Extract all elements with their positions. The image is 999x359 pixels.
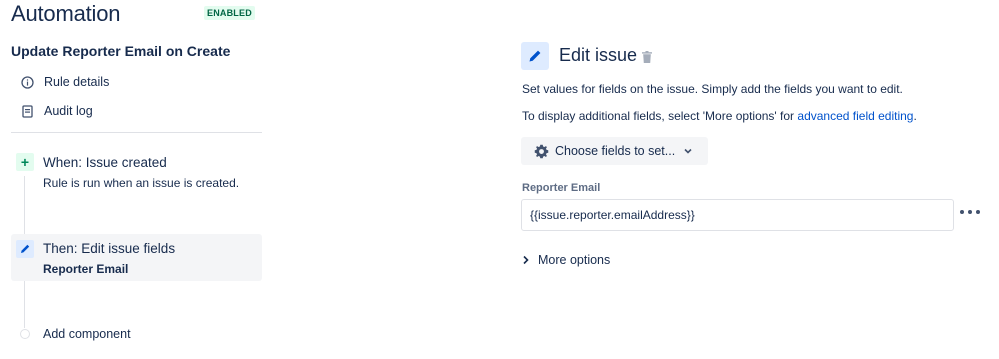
more-info-suffix: . [913, 109, 917, 123]
add-component-link[interactable]: Add component [43, 327, 131, 341]
trash-icon[interactable] [641, 50, 653, 63]
document-icon [20, 104, 34, 118]
more-actions-icon[interactable] [960, 204, 980, 220]
more-info-text: To display additional fields, select 'Mo… [522, 109, 798, 123]
more-options-toggle[interactable]: More options [522, 253, 610, 267]
panel-title: Edit issue [559, 45, 638, 65]
pencil-icon [16, 240, 34, 258]
nav-item-label: Rule details [44, 75, 110, 89]
nav-item-rule-details[interactable]: Rule details [20, 72, 109, 92]
divider [11, 132, 262, 133]
nav-item-label: Audit log [44, 104, 93, 118]
gear-icon [534, 144, 549, 159]
panel-description: Set values for fields on the issue. Simp… [522, 82, 903, 96]
panel-more-info: To display additional fields, select 'Mo… [522, 109, 917, 123]
choose-fields-button[interactable]: Choose fields to set... [521, 137, 708, 165]
nav-item-audit-log[interactable]: Audit log [20, 101, 93, 121]
choose-fields-label: Choose fields to set... [555, 144, 676, 158]
plus-icon: + [16, 153, 34, 171]
info-icon [20, 75, 34, 89]
chevron-down-icon [683, 146, 693, 156]
trigger-description: Rule is run when an issue is created. [43, 176, 240, 190]
status-badge: ENABLED [204, 6, 255, 20]
reporter-email-label: Reporter Email [522, 182, 601, 194]
advanced-field-editing-link[interactable]: advanced field editing [797, 109, 913, 123]
page-title: Automation [11, 1, 121, 26]
more-options-label: More options [538, 253, 611, 267]
action-title[interactable]: Then: Edit issue fields [43, 241, 175, 256]
add-component-dot [20, 329, 30, 339]
rule-name: Update Reporter Email on Create [11, 43, 231, 59]
action-subtitle: Reporter Email [43, 262, 129, 276]
pencil-icon [521, 42, 549, 70]
trigger-title[interactable]: When: Issue created [43, 155, 167, 170]
reporter-email-input[interactable]: {{issue.reporter.emailAddress}} [521, 199, 954, 231]
chevron-right-icon [522, 255, 530, 265]
